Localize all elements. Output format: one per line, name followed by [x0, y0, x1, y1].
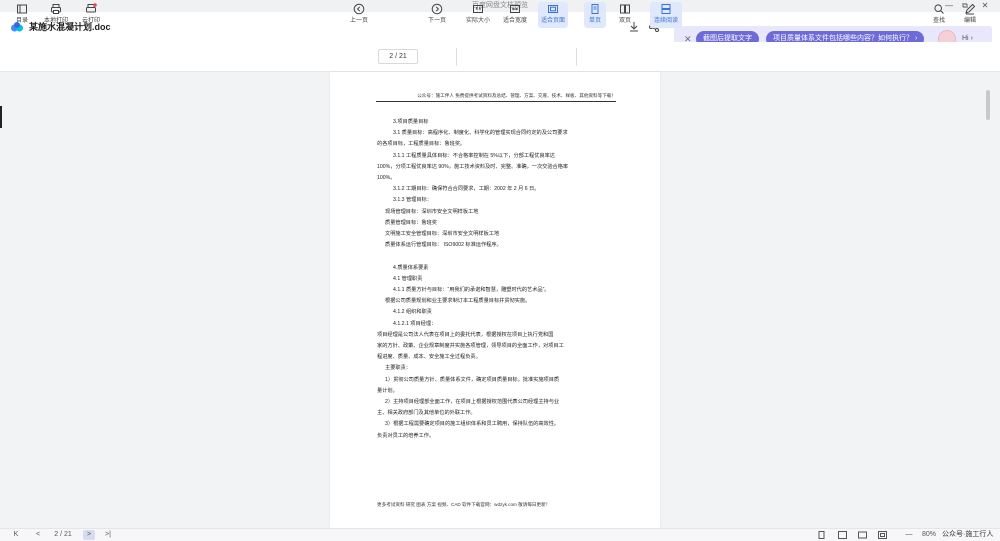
cloud-print-button[interactable]: 云打印	[80, 2, 102, 28]
fit-width-view-icon[interactable]	[858, 531, 867, 539]
text-line: 1）贯彻公司质量方针、质量体系文件，确定项目质量目标，批准实施项目质	[385, 376, 560, 383]
toolbar-divider	[456, 48, 457, 66]
single-page-icon	[591, 4, 599, 14]
text-line: 2）主持项目经理部全面工作，在项目上根据授权范围代表公司经理主持与业	[385, 399, 560, 405]
text-line: 100%，分项工程优良率达 90%，施工技术资料及时、完整、准确，一次交验合格率	[377, 163, 569, 170]
last-page-button[interactable]: >|	[101, 530, 115, 540]
text-line: 质量管理目标：鲁班奖	[385, 219, 437, 226]
text-line: 负责对员工的培养工作。	[377, 432, 435, 439]
toc-button[interactable]: 目录	[12, 2, 32, 28]
fit-page-view-icon[interactable]	[838, 531, 847, 539]
status-bar	[0, 528, 1000, 541]
continuous-icon	[661, 4, 671, 14]
search-icon	[934, 4, 944, 14]
watermark-text: 公众号·施工行人	[942, 531, 994, 538]
text-line: 3）根据工程需要确定项目的施工组织体系和员工聘用，保持队伍的高效性。	[385, 421, 560, 428]
text-line: 家的方针、政策、企业规章制度并实施各项管理，领导项目的全面工作，对项目工	[377, 343, 564, 349]
status-page-indicator: 2 / 21	[54, 531, 72, 538]
edit-button[interactable]: 编辑	[960, 2, 980, 28]
text-line: 程进度、质量、成本、安全施工全过程负责。	[377, 354, 481, 361]
page-number-input[interactable]: 2 / 21	[378, 49, 418, 64]
arrow-up-circle-icon	[353, 3, 365, 15]
text-line: 4.1 管理职责	[393, 275, 423, 282]
text-line: 4.1.2.1 项目经理：	[393, 320, 437, 327]
zoom-out-button[interactable]: —	[904, 530, 914, 540]
actual-size-button[interactable]: 实际大小	[464, 2, 492, 28]
arrow-down-circle-icon	[431, 3, 443, 15]
continuous-read-button[interactable]: 连续阅读	[650, 2, 682, 28]
single-page-view-icon[interactable]	[817, 531, 826, 539]
text-line: 量计划。	[377, 387, 398, 394]
text-line: 项目经理是公司法人代表在项目上的委托代表，根据授权在项目上执行党和国	[377, 331, 554, 338]
zoom-level: 80%	[921, 531, 936, 538]
fit-width-icon	[510, 5, 520, 13]
toolbar	[0, 42, 1000, 72]
document-page: 公众号：施工伴人 免费提供考试资料及总结、管理、方案、交底、技术、样板、其他资料…	[330, 72, 660, 528]
text-line: 根据公司质量规划和业主要求制订本工程质量目标并贯彻实施。	[385, 298, 531, 305]
next-page-button[interactable]: 下一页	[426, 2, 448, 28]
text-line: 3.1.3 管理目标：	[393, 197, 432, 204]
text-line: 文明施工安全管理目标：深圳市安全文明样板工地	[385, 231, 500, 237]
double-page-button[interactable]: 双页	[614, 2, 636, 28]
toolbar-divider	[576, 48, 577, 66]
text-line: 3.1 质量目标：高程序化、制度化、科学化的管理实现合同约定的及公司要求	[393, 130, 568, 137]
text-line: 3.1.2 工期目标：确保符合合同要求，工期：2002 年 2 月 6 日。	[393, 186, 540, 193]
vertical-scrollbar[interactable]	[986, 90, 990, 120]
text-line: 的各项目标，工程质量目标：鲁班奖。	[377, 141, 466, 148]
text-line: 质量体系运行管理目标： ISO9002 标准运作程序。	[385, 242, 502, 249]
page-header: 公众号：施工伴人 免费提供考试资料及总结、管理、方案、交底、技术、样板、其他资料…	[376, 93, 616, 102]
double-page-icon	[620, 4, 630, 14]
next-page-status-button[interactable]: >	[83, 530, 95, 540]
text-line: 主、相关政府部门及其他单位的外联工作。	[377, 410, 476, 417]
actual-size-view-icon[interactable]	[878, 531, 887, 539]
text-line: 主要职责：	[385, 365, 411, 372]
prev-page-button[interactable]: 上一页	[348, 2, 370, 28]
fit-page-button[interactable]: 适合页面	[538, 2, 568, 28]
fit-page-icon	[548, 5, 558, 13]
prev-page-status-button[interactable]: <	[32, 530, 44, 540]
toc-icon	[17, 4, 27, 14]
text-line: 4.1.1 质量方针与目标：“用我们的承诺和智慧，雕塑时代的艺术品”。	[393, 287, 550, 293]
local-print-button[interactable]: 本地打印	[40, 2, 72, 28]
text-line: 现场管理目标：深圳市安全文明样板工地	[385, 208, 479, 215]
text-line: 3.项目质量目标	[393, 119, 429, 125]
text-line: 4.1.2 组织和职责	[393, 309, 432, 316]
page-footer: 更多考试资料 研究 图表 方案 视频、CAD 软件下载官网：wdzyk.com …	[377, 502, 551, 507]
close-window-button[interactable]: ✕	[978, 0, 992, 12]
text-line: 4.质量体系要素	[393, 264, 429, 271]
edit-icon	[965, 3, 976, 15]
search-button[interactable]: 查找	[929, 2, 949, 28]
fit-width-button[interactable]: 适合宽度	[500, 2, 530, 28]
left-edge-marker	[0, 106, 2, 128]
single-page-button[interactable]: 单页	[584, 2, 606, 28]
actual-size-icon	[473, 5, 483, 13]
printer-icon	[51, 4, 61, 14]
text-line: 3.1.1 工程质量具体目标：不合格率控制在 5%以下，分部工程优良率达	[393, 152, 555, 159]
first-page-button[interactable]: K	[10, 530, 22, 540]
cloud-print-icon	[86, 3, 97, 13]
text-line: 100%。	[377, 175, 396, 181]
